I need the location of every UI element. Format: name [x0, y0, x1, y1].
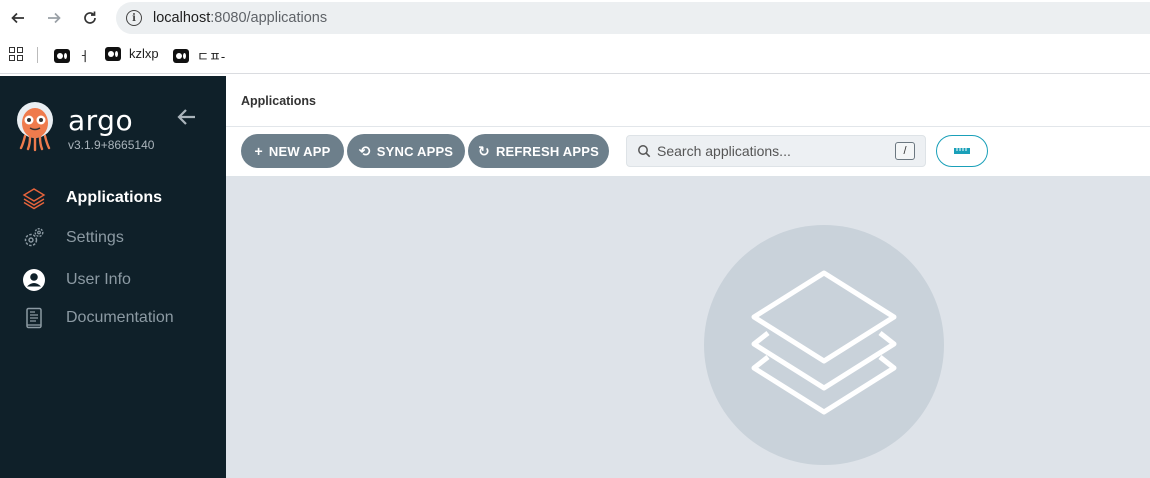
search-input[interactable]	[657, 140, 887, 162]
sidebar-item-documentation[interactable]: Documentation	[0, 300, 226, 336]
reload-icon	[84, 11, 96, 24]
apps-grid-icon[interactable]	[9, 47, 23, 61]
user-circle-icon	[23, 269, 45, 291]
medium-icon	[173, 48, 189, 63]
medium-icon	[54, 48, 70, 63]
url-path: :8080/applications	[210, 10, 328, 26]
sidebar-item-settings[interactable]: Settings	[0, 220, 226, 256]
layers-icon	[751, 270, 897, 415]
sidebar-item-applications[interactable]: Applications	[0, 180, 226, 216]
collapse-sidebar-icon[interactable]	[176, 106, 198, 128]
sidebar: argo v3.1.9+8665140 Applications Setting…	[0, 76, 226, 478]
sync-apps-button[interactable]: ⟲ SYNC APPS	[347, 134, 465, 168]
bookmark-1[interactable]: ㅓ	[54, 46, 90, 65]
main-panel: Applications + NEW APP ⟲ SYNC APPS ↻ REF…	[226, 76, 1150, 478]
new-app-label: NEW APP	[268, 143, 331, 159]
sync-apps-label: SYNC APPS	[376, 143, 454, 159]
new-app-button[interactable]: + NEW APP	[241, 134, 344, 168]
forward-button[interactable]	[42, 6, 66, 30]
arrow-left-icon	[11, 12, 24, 24]
argo-logo-icon	[17, 102, 53, 152]
sidebar-item-label: Applications	[66, 189, 163, 206]
version-label: v3.1.9+8665140	[68, 138, 155, 152]
bookmark-label: kzlxp	[129, 46, 159, 61]
reload-button[interactable]	[78, 6, 102, 30]
ruler-icon	[954, 148, 970, 154]
url-host: localhost	[153, 10, 211, 26]
search-icon	[638, 145, 651, 158]
plus-icon: +	[254, 143, 263, 159]
bookmark-3[interactable]: ㄷㅍ-	[173, 46, 225, 65]
search-box[interactable]: /	[626, 135, 926, 167]
search-shortcut-key: /	[895, 142, 915, 160]
arrow-right-icon	[48, 12, 61, 24]
refresh-apps-label: REFRESH APPS	[495, 143, 599, 159]
page-title: Applications	[241, 94, 317, 108]
bookmark-2[interactable]: kzlxp	[105, 46, 159, 61]
sidebar-item-label: Settings	[66, 229, 124, 246]
view-toggle-button[interactable]	[936, 135, 988, 167]
layers-icon	[22, 188, 46, 210]
sidebar-item-label: User Info	[66, 271, 131, 288]
medium-icon	[105, 46, 121, 61]
applications-empty-state	[226, 177, 1150, 478]
bookmarks-divider	[37, 47, 38, 63]
refresh-apps-button[interactable]: ↻ REFRESH APPS	[468, 134, 609, 168]
gears-icon	[24, 228, 44, 247]
applications-toolbar: + NEW APP ⟲ SYNC APPS ↻ REFRESH APPS /	[226, 127, 1150, 177]
brand-name: argo	[68, 104, 134, 137]
site-info-icon[interactable]: i	[126, 10, 142, 26]
back-button[interactable]	[6, 6, 30, 30]
sync-icon: ⟲	[358, 142, 371, 159]
bookmark-label: ㄷㅍ-	[197, 49, 226, 64]
refresh-icon: ↻	[478, 142, 490, 159]
address-bar[interactable]: i localhost:8080/applications	[116, 2, 1150, 34]
page-header: Applications	[226, 76, 1150, 127]
sidebar-item-user-info[interactable]: User Info	[0, 262, 226, 298]
sidebar-item-label: Documentation	[66, 309, 174, 326]
bookmark-label: ㅓ	[78, 49, 90, 64]
book-icon	[26, 307, 42, 329]
browser-toolbar: i localhost:8080/applications	[0, 0, 1150, 36]
bookmarks-bar: ㅓ kzlxp ㄷㅍ-	[0, 36, 1150, 74]
